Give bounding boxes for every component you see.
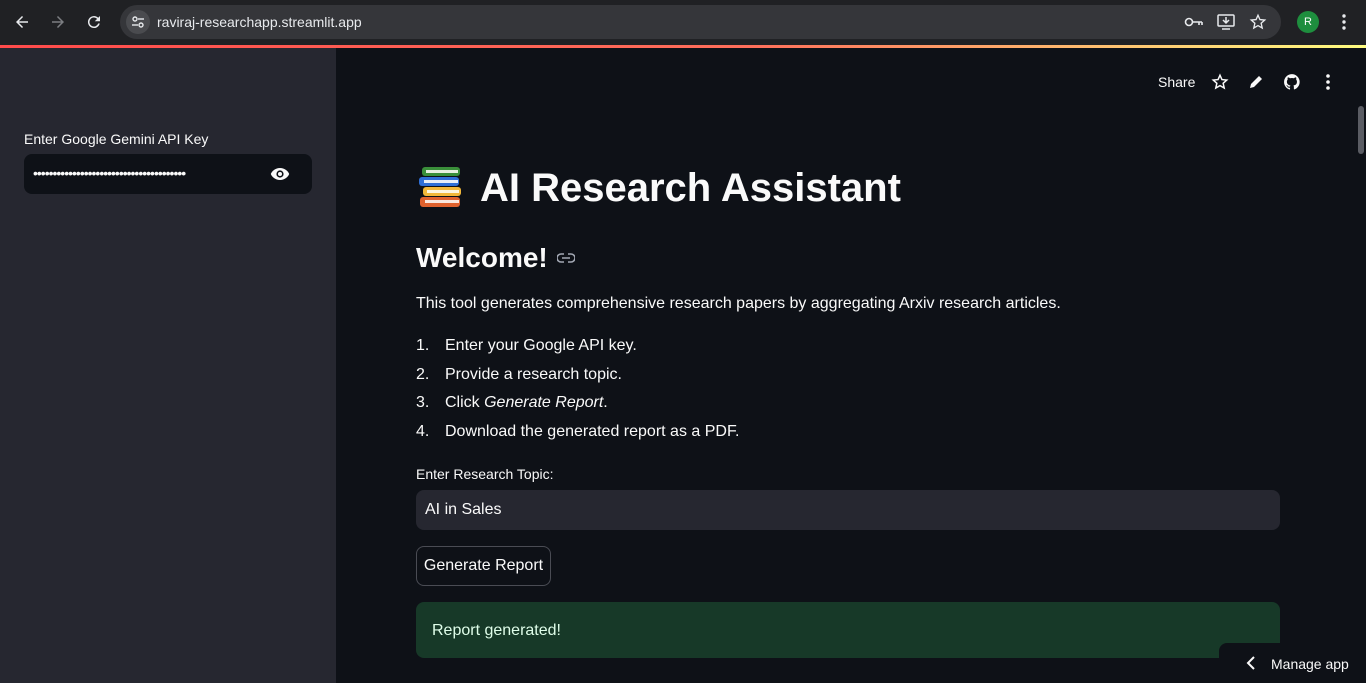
topic-value[interactable]: AI in Sales — [425, 501, 501, 519]
page-title-row: AI Research Assistant — [416, 162, 901, 214]
install-app-icon[interactable] — [1216, 13, 1236, 31]
edit-pencil-icon[interactable] — [1246, 72, 1266, 92]
password-key-icon[interactable] — [1184, 13, 1204, 31]
api-key-label: Enter Google Gemini API Key — [24, 131, 209, 147]
eye-icon[interactable] — [270, 165, 290, 183]
main-content: Share AI Research Assistant Welcome! Thi… — [336, 48, 1366, 683]
browser-toolbar: raviraj-researchapp.streamlit.app R — [0, 0, 1366, 45]
sidebar: Enter Google Gemini API Key ••••••••••••… — [0, 48, 336, 683]
address-bar[interactable]: raviraj-researchapp.streamlit.app — [120, 5, 1281, 39]
success-alert: Report generated! — [416, 602, 1280, 658]
api-key-field[interactable]: ••••••••••••••••••••••••••••••••••••••• — [24, 154, 312, 194]
topic-input[interactable]: AI in Sales — [416, 490, 1280, 530]
forward-icon[interactable] — [46, 10, 70, 34]
books-icon — [419, 167, 461, 207]
api-key-value[interactable]: ••••••••••••••••••••••••••••••••••••••• — [33, 165, 186, 181]
site-settings-icon[interactable] — [126, 10, 150, 34]
main-menu-icon[interactable] — [1318, 72, 1338, 92]
intro-text: This tool generates comprehensive resear… — [416, 295, 1061, 312]
bookmark-star-icon[interactable] — [1248, 13, 1268, 31]
share-button[interactable]: Share — [1158, 74, 1195, 90]
more-vert-icon[interactable] — [1334, 12, 1354, 32]
scrollbar[interactable] — [1358, 106, 1364, 154]
reload-icon[interactable] — [82, 10, 106, 34]
topic-label: Enter Research Topic: — [416, 466, 554, 482]
page-title: AI Research Assistant — [480, 165, 901, 210]
list-item: 3. Click Generate Report. — [416, 394, 608, 412]
github-icon[interactable] — [1282, 72, 1302, 92]
anchor-link-icon[interactable] — [556, 248, 576, 268]
star-icon[interactable] — [1210, 72, 1230, 92]
profile-avatar[interactable]: R — [1297, 11, 1319, 33]
success-message: Report generated! — [432, 622, 561, 639]
url-text[interactable]: raviraj-researchapp.streamlit.app — [157, 14, 362, 30]
manage-app-button[interactable]: Manage app — [1219, 643, 1366, 683]
welcome-text: Welcome! — [416, 242, 548, 273]
steps-list: 1. Enter your Google API key. 2. Provide a… — [416, 337, 739, 452]
list-item: 2. Provide a research topic. — [416, 365, 622, 383]
list-item: 1. Enter your Google API key. — [416, 337, 637, 354]
list-item: 4. Download the generated report as a PDF… — [416, 423, 740, 441]
back-icon[interactable] — [10, 10, 34, 34]
welcome-heading: Welcome! — [416, 242, 576, 274]
manage-app-label[interactable]: Manage app — [1271, 656, 1349, 672]
chevron-left-icon — [1245, 655, 1257, 671]
generate-report-button[interactable]: Generate Report — [416, 546, 551, 586]
